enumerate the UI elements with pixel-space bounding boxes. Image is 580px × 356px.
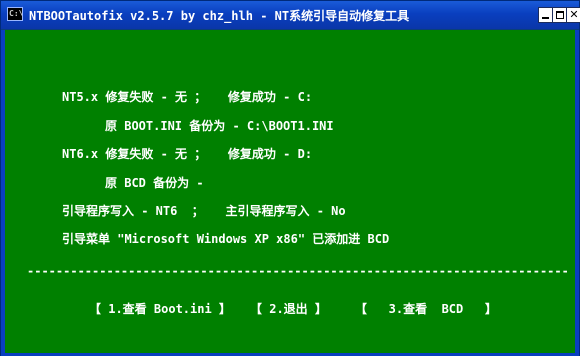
console-app-icon[interactable]: C:\ <box>7 7 23 21</box>
nt6-status-line: NT6.x 修复失败 - 无 ； 修复成功 - D: <box>62 147 313 161</box>
exit-button[interactable]: 【 2.退出 】 <box>250 300 327 317</box>
window-frame-right <box>575 30 579 353</box>
window-title: NTBOOTautofix v2.5.7 by chz_hlh - NT系统引导… <box>29 9 410 23</box>
title-bar[interactable]: C:\ NTBOOTautofix v2.5.7 by chz_hlh - NT… <box>1 1 580 29</box>
console-output: NT5.x 修复失败 - 无 ； 修复成功 - C: 原 BOOT.INI 备份… <box>5 30 575 353</box>
console-window: C:\ NTBOOTautofix v2.5.7 by chz_hlh - NT… <box>0 0 580 356</box>
view-boot-ini-button[interactable]: 【 1.查看 Boot.ini 】 <box>89 300 231 317</box>
boot-loader-write-line: 引导程序写入 - NT6 ； 主引导程序写入 - No <box>62 204 346 218</box>
view-bcd-button[interactable]: 【 3.查看 BCD 】 <box>355 300 497 317</box>
nt5-status-line: NT5.x 修复失败 - 无 ； 修复成功 - C: <box>62 90 313 104</box>
boot-menu-added-line: 引导菜单 "Microsoft Windows XP x86" 已添加进 BCD <box>62 232 390 246</box>
close-button[interactable]: ✕ <box>566 7 580 23</box>
bootini-backup-line: 原 BOOT.INI 备份为 - C:\BOOT1.INI <box>105 119 334 133</box>
bcd-backup-line: 原 BCD 备份为 - <box>105 176 204 190</box>
console-divider: ----------------------------------------… <box>27 264 567 278</box>
